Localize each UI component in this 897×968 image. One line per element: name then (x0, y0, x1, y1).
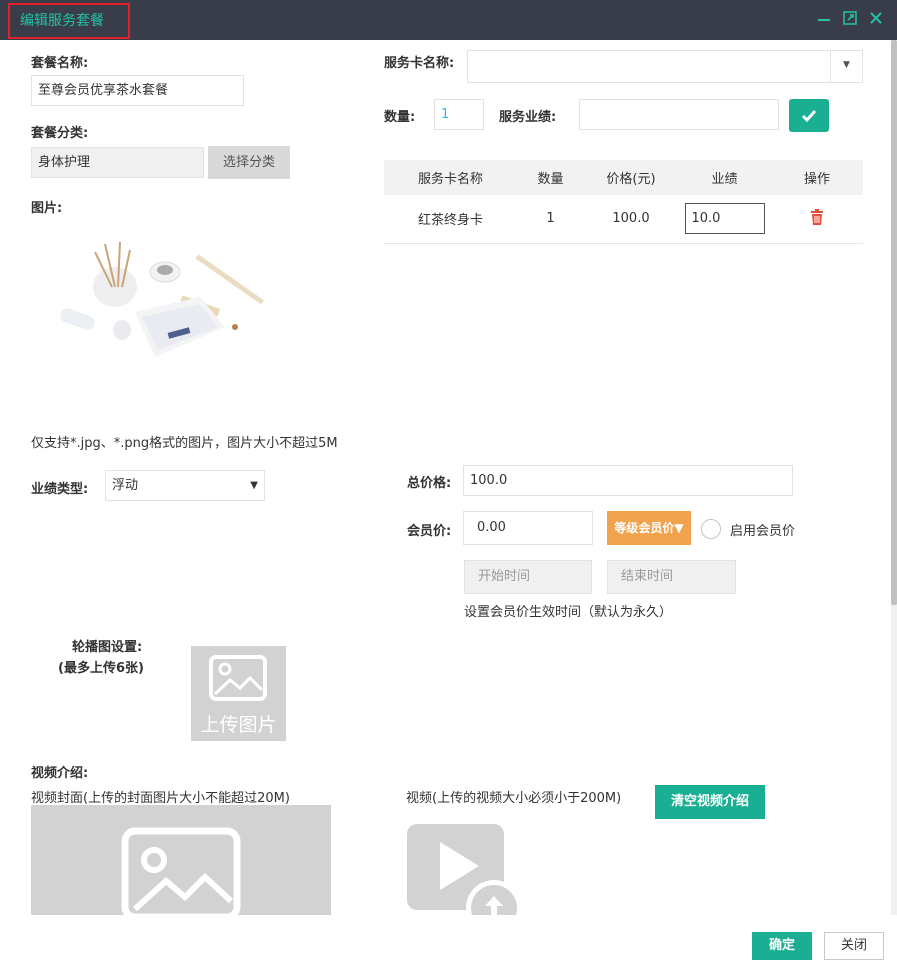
card-name-label: 服务卡名称: (384, 56, 455, 71)
dialog-title: 编辑服务套餐 (8, 3, 130, 39)
member-price-label: 会员价: (407, 524, 452, 539)
col-header: 价格(元) (584, 160, 678, 195)
video-upload-icon (407, 824, 522, 936)
package-name-input[interactable]: 至尊会员优享茶水套餐 (31, 75, 244, 106)
add-card-button[interactable] (789, 99, 829, 132)
col-header: 数量 (517, 160, 584, 195)
select-arrow-icon: ▼ (250, 480, 258, 491)
cell-perf: 10.0 (678, 195, 771, 244)
col-header: 操作 (771, 160, 863, 195)
dropdown-arrow-icon[interactable]: ▼ (830, 51, 862, 82)
choose-category-button[interactable]: 选择分类 (208, 146, 290, 179)
effective-time-hint: 设置会员价生效时间（默认为永久） (464, 605, 673, 620)
package-name-label: 套餐名称: (31, 56, 89, 71)
video-cover-upload[interactable] (31, 805, 331, 917)
close-icon[interactable] (867, 10, 885, 28)
category-label: 套餐分类: (31, 126, 89, 141)
enable-member-price-radio[interactable] (701, 519, 721, 539)
video-size-hint: 视频(上传的视频大小必须小于200M) (406, 791, 622, 806)
maximize-icon[interactable] (841, 10, 859, 28)
table-row: 红茶终身卡 1 100.0 10.0 (384, 195, 863, 244)
qty-label: 数量: (384, 110, 416, 125)
service-perf-input[interactable] (579, 99, 779, 130)
perf-type-select[interactable]: 浮动 ▼ (105, 470, 265, 501)
total-price-input[interactable]: 100.0 (463, 465, 793, 496)
video-intro-label: 视频介绍: (31, 766, 89, 781)
footer-divider (0, 915, 897, 916)
vertical-scrollbar[interactable] (891, 40, 897, 915)
image-format-hint: 仅支持*.jpg、*.png格式的图片，图片大小不超过5M (31, 436, 338, 451)
clear-video-button[interactable]: 清空视频介绍 (655, 785, 765, 819)
category-input[interactable]: 身体护理 (31, 147, 204, 178)
carousel-upload-button[interactable]: 上传图片 (191, 646, 286, 741)
package-image[interactable] (50, 232, 280, 367)
start-time-input[interactable]: 开始时间 (464, 560, 592, 594)
video-upload-button[interactable] (407, 824, 525, 936)
member-price-input[interactable]: 0.00 (463, 511, 593, 545)
image-label: 图片: (31, 201, 63, 216)
col-header: 服务卡名称 (384, 160, 517, 195)
confirm-button[interactable]: 确定 (752, 932, 812, 960)
dialog-titlebar: 编辑服务套餐 (0, 0, 897, 40)
perf-type-label: 业绩类型: (31, 482, 89, 497)
cell-action (771, 195, 863, 244)
perf-type-value: 浮动 (112, 478, 139, 493)
video-cover-hint: 视频封面(上传的封面图片大小不能超过20M) (31, 791, 290, 806)
cell-price: 100.0 (584, 195, 678, 244)
carousel-sublabel: (最多上传6张) (58, 661, 144, 676)
level-member-price-button[interactable]: 等级会员价▼ (607, 511, 691, 545)
image-icon (209, 655, 267, 701)
card-table: 服务卡名称 数量 价格(元) 业绩 操作 红茶终身卡 1 100.0 10.0 (384, 160, 863, 244)
card-name-select[interactable]: ▼ (467, 50, 863, 83)
caret-down-icon: ▼ (674, 521, 684, 535)
scrollbar-thumb[interactable] (891, 40, 897, 605)
check-icon (801, 110, 817, 123)
qty-input[interactable]: 1 (434, 99, 484, 130)
service-perf-label: 服务业绩: (499, 110, 557, 125)
end-time-input[interactable]: 结束时间 (607, 560, 736, 594)
carousel-label: 轮播图设置: (72, 640, 143, 655)
enable-member-price-label: 启用会员价 (730, 524, 796, 539)
upload-image-text: 上传图片 (200, 714, 277, 736)
row-perf-input[interactable]: 10.0 (684, 203, 765, 235)
cell-qty: 1 (517, 195, 584, 244)
cell-card-name: 红茶终身卡 (384, 195, 517, 244)
total-price-label: 总价格: (407, 476, 452, 491)
col-header: 业绩 (678, 160, 771, 195)
image-icon (121, 827, 241, 917)
close-button[interactable]: 关闭 (824, 932, 884, 960)
trash-icon[interactable] (810, 208, 824, 225)
minimize-icon[interactable] (815, 10, 833, 28)
